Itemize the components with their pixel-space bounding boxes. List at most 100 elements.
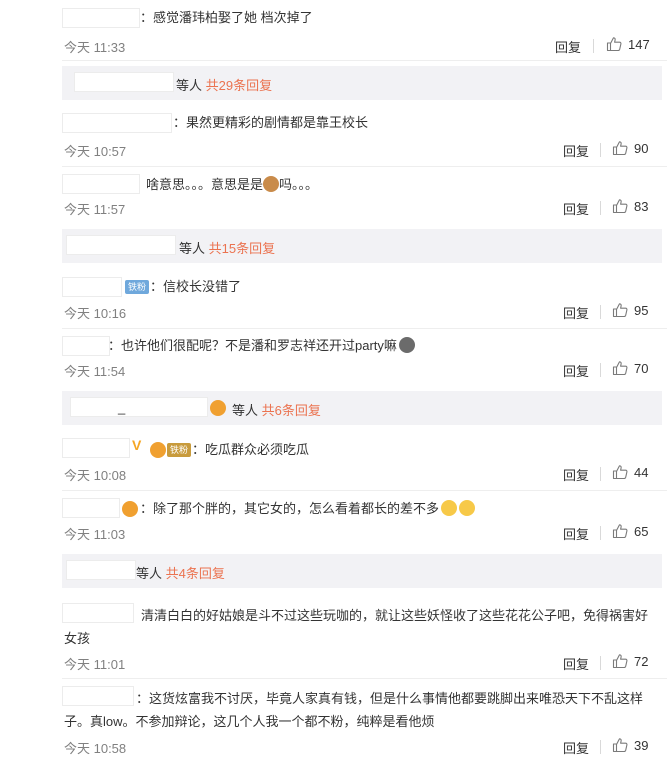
comment-text: ：也许他们很配呢？不是潘和罗志祥还开过party嘛 bbox=[108, 337, 415, 355]
like-button[interactable]: 147 bbox=[606, 36, 650, 52]
username-tail: _ bbox=[118, 400, 126, 415]
laughing-emoji-icon bbox=[398, 337, 415, 353]
reply-button[interactable]: 回复 bbox=[563, 141, 589, 160]
comment-text-part: 啥意思。。。意思是是 bbox=[146, 177, 264, 192]
divider bbox=[600, 656, 601, 670]
sub-reply-bar[interactable]: 等人 共15条回复 bbox=[62, 229, 662, 263]
reply-button[interactable]: 回复 bbox=[563, 465, 589, 484]
reply-button[interactable]: 回复 bbox=[563, 199, 589, 218]
reply-button[interactable]: 回复 bbox=[555, 37, 581, 56]
comment-time: 今天 10:57 bbox=[64, 144, 127, 159]
sub-reply-prefix: 等人 bbox=[176, 78, 203, 93]
reply-button[interactable]: 回复 bbox=[563, 524, 589, 543]
badge-icon bbox=[122, 501, 138, 517]
like-button[interactable]: 95 bbox=[612, 302, 648, 318]
divider bbox=[62, 328, 667, 329]
badge-icon bbox=[210, 400, 226, 416]
like-count: 90 bbox=[634, 140, 649, 156]
sub-reply-bar[interactable]: 等人 共4条回复 bbox=[62, 554, 662, 588]
view-replies-link[interactable]: 共4条回复 bbox=[166, 566, 225, 581]
view-replies-link[interactable]: 共6条回复 bbox=[262, 403, 321, 418]
avatar[interactable] bbox=[12, 170, 62, 220]
comment-time: 今天 11:57 bbox=[64, 202, 126, 217]
sub-reply-bar[interactable]: _ 等人 共6条回复 bbox=[62, 391, 662, 425]
reply-button[interactable]: 回复 bbox=[563, 738, 589, 757]
username[interactable] bbox=[62, 8, 140, 28]
badge-icon bbox=[150, 442, 166, 458]
horse-emoji-icon bbox=[263, 176, 280, 192]
thumb-up-icon bbox=[606, 37, 622, 52]
like-count: 95 bbox=[634, 302, 649, 318]
cry-laugh-emoji-icon bbox=[441, 500, 458, 516]
like-count: 83 bbox=[634, 198, 649, 214]
like-count: 44 bbox=[634, 464, 649, 480]
divider bbox=[600, 467, 601, 481]
verified-v-icon: V bbox=[132, 437, 142, 453]
divider bbox=[62, 678, 667, 679]
divider bbox=[600, 363, 601, 377]
comment-text-part: 吗。。。 bbox=[279, 177, 319, 192]
sub-reply-prefix: 等人 bbox=[232, 403, 259, 418]
like-count: 72 bbox=[634, 653, 649, 669]
username[interactable] bbox=[70, 397, 208, 417]
avatar[interactable] bbox=[12, 4, 62, 54]
fan-badge: 铁粉 bbox=[167, 443, 192, 457]
comment-time: 今天 10:58 bbox=[64, 741, 127, 756]
avatar[interactable] bbox=[12, 105, 62, 155]
avatar[interactable] bbox=[12, 275, 62, 325]
divider bbox=[593, 39, 594, 53]
thumb-up-icon bbox=[612, 199, 628, 214]
username[interactable] bbox=[66, 560, 136, 580]
reply-button[interactable]: 回复 bbox=[563, 361, 589, 380]
thumb-up-icon bbox=[612, 361, 628, 376]
thumb-up-icon bbox=[612, 303, 628, 318]
like-count: 70 bbox=[634, 360, 649, 376]
like-button[interactable]: 72 bbox=[612, 653, 648, 669]
like-button[interactable]: 90 bbox=[612, 140, 648, 156]
username[interactable] bbox=[62, 336, 110, 356]
comment-text: ：这货炫富我不讨厌，毕竟人家真有钱，但是什么事情他都要跳脚出来唯恐天下不乱这样子… bbox=[64, 687, 650, 733]
sub-reply-prefix: 等人 bbox=[179, 241, 206, 256]
thumb-up-icon bbox=[612, 141, 628, 156]
divider bbox=[62, 166, 667, 167]
reply-button[interactable]: 回复 bbox=[563, 654, 589, 673]
like-button[interactable]: 83 bbox=[612, 198, 648, 214]
divider bbox=[600, 740, 601, 754]
comment-time: 今天 10:08 bbox=[64, 468, 127, 483]
comment-text: 清清白白的好姑娘是斗不过这些玩咖的，就让这些妖怪收了这些花花公子吧，免得祸害好女… bbox=[64, 604, 650, 650]
like-button[interactable]: 39 bbox=[612, 737, 648, 753]
cry-laugh-emoji-icon bbox=[459, 500, 476, 516]
username[interactable] bbox=[74, 72, 174, 92]
comment-text: 啥意思。。。意思是是 吗。。。 bbox=[146, 176, 318, 194]
comment-text-part: ：除了那个胖的，其它女的，怎么看着都长的差不多 bbox=[140, 501, 440, 516]
username[interactable] bbox=[62, 498, 120, 518]
like-button[interactable]: 65 bbox=[612, 523, 648, 539]
reply-button[interactable]: 回复 bbox=[563, 303, 589, 322]
view-replies-link[interactable]: 共29条回复 bbox=[206, 78, 272, 93]
comment-text-part: ：这货炫富我不讨厌，毕竟人家真有钱，但是什么事情他都要跳脚出来唯恐天下不乱这样子… bbox=[64, 691, 644, 729]
comment-text-part: 清清白白的好姑娘是斗不过这些玩咖的，就让这些妖怪收了这些花花公子吧，免得祸害好女… bbox=[64, 608, 649, 646]
username[interactable] bbox=[62, 438, 130, 458]
thumb-up-icon bbox=[612, 738, 628, 753]
username[interactable] bbox=[62, 277, 122, 297]
thumb-up-icon bbox=[612, 465, 628, 480]
comment-time: 今天 10:16 bbox=[64, 306, 127, 321]
fan-badge: 铁粉 bbox=[125, 280, 150, 294]
username[interactable] bbox=[62, 113, 172, 133]
thumb-up-icon bbox=[612, 654, 628, 669]
username[interactable] bbox=[62, 174, 140, 194]
comment-text: ：果然更精彩的剧情都是靠王校长 bbox=[173, 115, 369, 130]
comment-time: 今天 11:54 bbox=[64, 364, 126, 379]
view-replies-link[interactable]: 共15条回复 bbox=[209, 241, 275, 256]
comment-time: 今天 11:03 bbox=[64, 527, 126, 542]
sub-reply-prefix: 等人 bbox=[136, 566, 163, 581]
like-button[interactable]: 70 bbox=[612, 360, 648, 376]
username[interactable] bbox=[66, 235, 176, 255]
sub-reply-bar[interactable]: 等人 共29条回复 bbox=[62, 66, 662, 100]
comment-text: ：吃瓜群众必须吃瓜 bbox=[192, 442, 310, 457]
comment-text-part: ：也许他们很配呢？不是潘和罗志祥还开过party嘛 bbox=[108, 338, 397, 353]
like-count: 39 bbox=[634, 737, 649, 753]
like-button[interactable]: 44 bbox=[612, 464, 648, 480]
comment-time: 今天 11:33 bbox=[64, 40, 126, 55]
divider bbox=[62, 490, 667, 491]
